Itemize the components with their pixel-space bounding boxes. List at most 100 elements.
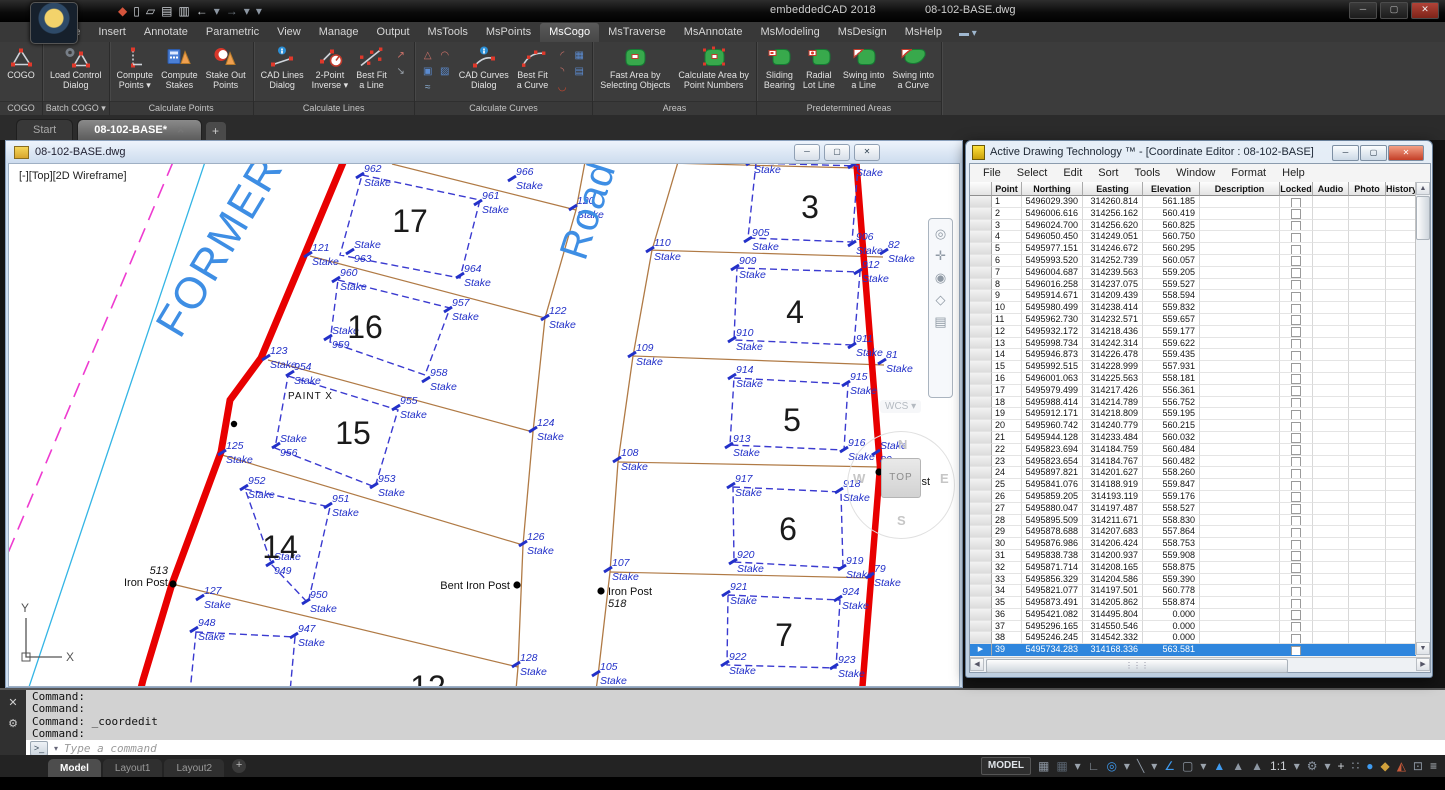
coordinate-row[interactable]: 75496004.687314239.563559.205	[970, 267, 1430, 279]
header-northing[interactable]: Northing	[1022, 182, 1083, 196]
group-label-calculate-curves[interactable]: Calculate Curves	[415, 101, 593, 115]
coordinate-row[interactable]: 225495823.694314184.759560.484	[970, 444, 1430, 456]
locked-checkbox[interactable]	[1291, 433, 1301, 443]
locked-checkbox[interactable]	[1291, 198, 1301, 208]
menu-help[interactable]: Help	[1275, 166, 1312, 180]
row-selector[interactable]	[970, 467, 992, 479]
table-export-tool-icon[interactable]: ▤	[571, 64, 587, 79]
locked-checkbox[interactable]	[1291, 445, 1301, 455]
coordinate-row[interactable]: 335495856.329314204.586559.390	[970, 574, 1430, 586]
locked-checkbox[interactable]	[1291, 374, 1301, 384]
header-easting[interactable]: Easting	[1083, 182, 1143, 196]
row-selector[interactable]	[970, 361, 992, 373]
row-selector[interactable]	[970, 526, 992, 538]
layout2-tab[interactable]: Layout2	[164, 759, 224, 777]
cad-lines-dialog-button[interactable]: CAD Lines Dialog	[257, 44, 308, 101]
row-selector[interactable]	[970, 444, 992, 456]
horizontal-scroll-thumb[interactable]: ⋮⋮⋮	[986, 659, 1288, 673]
locked-checkbox[interactable]	[1291, 599, 1301, 609]
group-label-predetermined-areas[interactable]: Predetermined Areas	[757, 101, 941, 115]
locked-checkbox[interactable]	[1291, 410, 1301, 420]
close-button[interactable]: ✕	[1411, 2, 1439, 19]
undo-dropdown-icon[interactable]: ▾	[214, 3, 220, 19]
scroll-right-icon[interactable]: ▶	[1416, 658, 1430, 671]
row-selector[interactable]	[970, 314, 992, 326]
save-icon[interactable]: ▤	[161, 3, 172, 19]
arc-tool-icon[interactable]: ◠	[437, 48, 453, 63]
tab-parametric[interactable]: Parametric	[197, 23, 268, 42]
drawing-canvas[interactable]: [-][Top][2D Wireframe] 962Stake966Stake9…	[8, 163, 960, 687]
ortho-mode-icon[interactable]: ∟	[1088, 756, 1100, 776]
menu-edit[interactable]: Edit	[1056, 166, 1089, 180]
sliding-bearing-button[interactable]: Sliding Bearing	[760, 44, 799, 101]
row-selector[interactable]	[970, 585, 992, 597]
new-layout-button[interactable]: +	[232, 759, 246, 773]
coordinate-row[interactable]: 245495897.821314201.627558.260	[970, 467, 1430, 479]
coordinate-row[interactable]: 355495873.491314205.862558.874	[970, 597, 1430, 609]
coordinate-row[interactable]: 375495296.165314550.5460.000	[970, 621, 1430, 633]
best-fit-curve-button[interactable]: Best Fit a Curve	[513, 44, 553, 101]
tab-msmodeling[interactable]: MsModeling	[751, 23, 828, 42]
coordinate-row[interactable]: 15496029.390314260.814561.185	[970, 196, 1430, 208]
line-tool-up-icon[interactable]: ↗	[393, 48, 409, 63]
row-selector[interactable]	[970, 373, 992, 385]
compute-stakes-button[interactable]: Compute Stakes	[157, 44, 202, 101]
tab-msannotate[interactable]: MsAnnotate	[675, 23, 752, 42]
row-selector[interactable]	[970, 515, 992, 527]
coordinate-row[interactable]: 235495823.654314184.767560.482	[970, 456, 1430, 468]
row-selector[interactable]	[970, 574, 992, 586]
row-selector[interactable]	[970, 231, 992, 243]
locked-checkbox[interactable]	[1291, 268, 1301, 278]
row-selector[interactable]	[970, 408, 992, 420]
snap-dropdown-icon[interactable]: ▾	[1075, 756, 1081, 776]
row-selector[interactable]	[970, 338, 992, 350]
coordinate-row[interactable]: 45496050.450314249.051560.750	[970, 231, 1430, 243]
locked-checkbox[interactable]	[1291, 587, 1301, 597]
red-arc-tool-icon[interactable]: ◡	[554, 80, 570, 95]
document-tab[interactable]: 08-102-BASE*✕	[77, 119, 201, 140]
coordinate-row[interactable]: 105495980.499314238.414559.832	[970, 302, 1430, 314]
tab-annotate[interactable]: Annotate	[135, 23, 197, 42]
coordinate-row[interactable]: 315495838.738314200.937559.908	[970, 550, 1430, 562]
tab-msdesign[interactable]: MsDesign	[829, 23, 896, 42]
locked-checkbox[interactable]	[1291, 304, 1301, 314]
menu-sort[interactable]: Sort	[1091, 166, 1125, 180]
annotation-scale-icon[interactable]: ▲	[1251, 756, 1263, 776]
tab-mspoints[interactable]: MsPoints	[477, 23, 540, 42]
row-selector[interactable]	[970, 609, 992, 621]
drawing-close-button[interactable]: ✕	[854, 144, 880, 161]
scroll-down-icon[interactable]: ▼	[1416, 642, 1430, 655]
coordinate-row[interactable]: 365495421.082314495.8040.000	[970, 609, 1430, 621]
viewcube-north[interactable]: N	[898, 437, 907, 452]
menu-format[interactable]: Format	[1224, 166, 1273, 180]
annotation-autoscale-icon[interactable]: ▲	[1232, 756, 1244, 776]
row-selector[interactable]	[970, 208, 992, 220]
locked-checkbox[interactable]	[1291, 386, 1301, 396]
tab-close-icon[interactable]: ✕	[177, 125, 185, 135]
locked-checkbox[interactable]	[1291, 339, 1301, 349]
row-selector[interactable]	[970, 220, 992, 232]
row-selector[interactable]: ▶	[970, 644, 992, 656]
viewcube[interactable]: N W E S TOP	[845, 425, 960, 545]
coordinate-row[interactable]: 255495841.076314188.919559.847	[970, 479, 1430, 491]
coordinate-row[interactable]: 285495895.509314211.671558.830	[970, 515, 1430, 527]
locked-checkbox[interactable]	[1291, 292, 1301, 302]
cogo-button[interactable]: COGO	[3, 44, 39, 101]
locked-checkbox[interactable]	[1291, 575, 1301, 585]
locked-checkbox[interactable]	[1291, 481, 1301, 491]
coordinate-row[interactable]: 215495944.128314233.484560.032	[970, 432, 1430, 444]
coordinate-row[interactable]: 135495998.734314242.314559.622	[970, 338, 1430, 350]
viewcube-east[interactable]: E	[940, 471, 949, 486]
locked-checkbox[interactable]	[1291, 540, 1301, 550]
clean-screen-icon[interactable]: ⊡	[1413, 756, 1423, 776]
locked-checkbox[interactable]	[1291, 457, 1301, 467]
row-selector[interactable]	[970, 349, 992, 361]
workspace-switching-icon[interactable]: ⚙	[1307, 756, 1318, 776]
header-point[interactable]: Point	[992, 182, 1022, 196]
row-selector[interactable]	[970, 385, 992, 397]
image-tool-icon[interactable]: ▣	[420, 64, 436, 79]
customization-icon[interactable]: ≡	[1430, 756, 1437, 776]
redo-icon[interactable]: →	[226, 3, 238, 19]
qat-red-tool-icon[interactable]: ◆	[118, 3, 127, 19]
locked-checkbox[interactable]	[1291, 622, 1301, 632]
